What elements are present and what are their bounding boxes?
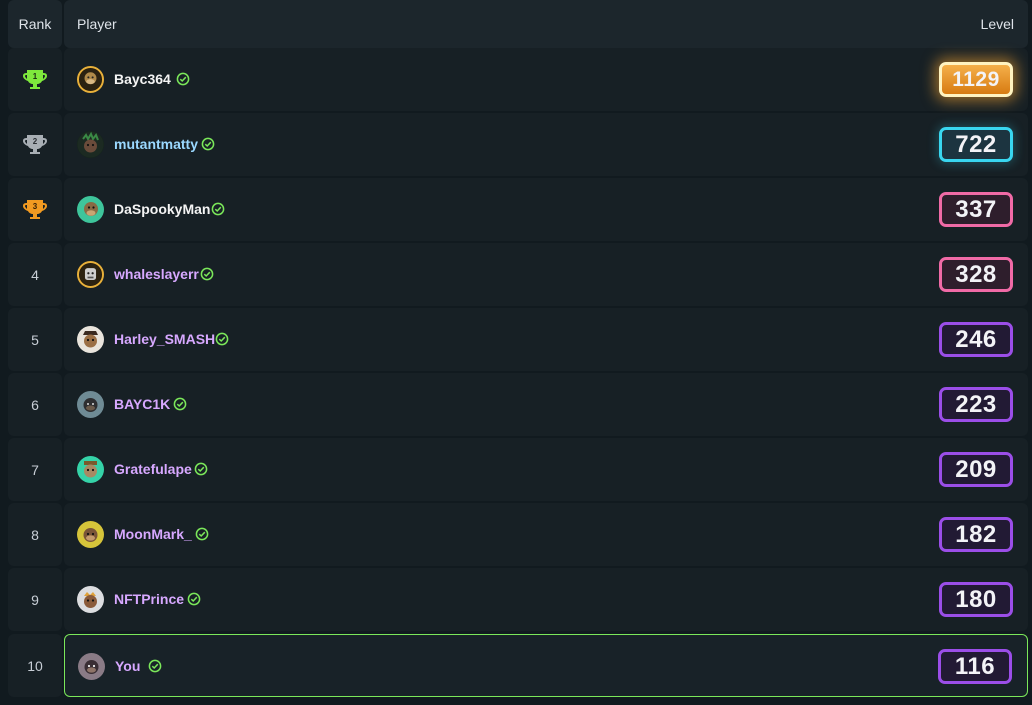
level-badge: 328 bbox=[939, 257, 1013, 292]
rank-cell: 8 bbox=[8, 503, 62, 566]
level-badge: 337 bbox=[939, 192, 1013, 227]
rank-number: 5 bbox=[31, 331, 39, 348]
rank-cell: 7 bbox=[8, 438, 62, 501]
ape-avatar bbox=[77, 196, 104, 223]
rank-cell: 2 bbox=[8, 113, 62, 176]
verified-icon bbox=[215, 332, 229, 346]
verified-icon bbox=[194, 462, 208, 476]
player-cell: Bayc364 1129 bbox=[64, 48, 1028, 111]
leaderboard-row[interactable]: 4 whaleslayerr 328 bbox=[0, 243, 1032, 306]
player-cell: Gratefulape 209 bbox=[64, 438, 1028, 501]
level-badge: 722 bbox=[939, 127, 1013, 162]
ape-avatar bbox=[77, 456, 104, 483]
player-name[interactable]: DaSpookyMan bbox=[114, 178, 210, 241]
ape-avatar bbox=[77, 261, 104, 288]
rank-cell: 10 bbox=[8, 634, 62, 697]
rank-cell: 6 bbox=[8, 373, 62, 436]
player-name[interactable]: BAYC1K bbox=[114, 373, 170, 436]
player-name[interactable]: whaleslayerr bbox=[114, 243, 199, 306]
rank-number: 10 bbox=[27, 657, 43, 674]
leaderboard: Rank Player Level 1 Bayc364 1129 2 mutan… bbox=[0, 0, 1032, 705]
player-name[interactable]: Harley_SMASH bbox=[114, 308, 215, 371]
rank-number: 6 bbox=[31, 396, 39, 413]
player-cell: mutantmatty 722 bbox=[64, 113, 1028, 176]
trophy-1-icon: 1 bbox=[23, 69, 47, 89]
level-badge: 182 bbox=[939, 517, 1013, 552]
player-cell: BAYC1K 223 bbox=[64, 373, 1028, 436]
player-name[interactable]: MoonMark_ bbox=[114, 503, 192, 566]
leaderboard-row[interactable]: 2 mutantmatty 722 bbox=[0, 113, 1032, 176]
rank-column-header: Rank bbox=[8, 0, 62, 48]
level-badge: 246 bbox=[939, 322, 1013, 357]
rank-number: 9 bbox=[31, 591, 39, 608]
player-name[interactable]: Gratefulape bbox=[114, 438, 192, 501]
leaderboard-row-you[interactable]: 10 You 116 bbox=[0, 634, 1032, 697]
ape-avatar bbox=[77, 521, 104, 548]
verified-icon bbox=[201, 137, 215, 151]
rank-number: 4 bbox=[31, 266, 39, 283]
player-cell: NFTPrince 180 bbox=[64, 568, 1028, 631]
player-cell: Harley_SMASH 246 bbox=[64, 308, 1028, 371]
player-cell: You 116 bbox=[64, 634, 1028, 697]
verified-icon bbox=[148, 659, 162, 673]
rank-cell: 5 bbox=[8, 308, 62, 371]
rank-cell: 4 bbox=[8, 243, 62, 306]
rank-cell: 3 bbox=[8, 178, 62, 241]
ape-avatar bbox=[78, 653, 105, 680]
ape-avatar bbox=[77, 326, 104, 353]
leaderboard-row[interactable]: 9 NFTPrince 180 bbox=[0, 568, 1032, 631]
verified-icon bbox=[187, 592, 201, 606]
player-header-label: Player bbox=[77, 16, 117, 32]
svg-text:2: 2 bbox=[33, 137, 38, 146]
player-cell: DaSpookyMan 337 bbox=[64, 178, 1028, 241]
player-cell: whaleslayerr 328 bbox=[64, 243, 1028, 306]
svg-text:3: 3 bbox=[33, 202, 38, 211]
rank-header-label: Rank bbox=[18, 16, 52, 32]
leaderboard-row[interactable]: 3 DaSpookyMan 337 bbox=[0, 178, 1032, 241]
rank-cell: 9 bbox=[8, 568, 62, 631]
leaderboard-row[interactable]: 1 Bayc364 1129 bbox=[0, 48, 1032, 111]
level-badge: 116 bbox=[938, 649, 1012, 684]
player-name[interactable]: You bbox=[115, 635, 140, 698]
leaderboard-row[interactable]: 7 Gratefulape 209 bbox=[0, 438, 1032, 501]
player-cell: MoonMark_ 182 bbox=[64, 503, 1028, 566]
leaderboard-row[interactable]: 5 Harley_SMASH 246 bbox=[0, 308, 1032, 371]
ape-avatar bbox=[77, 66, 104, 93]
level-badge: 223 bbox=[939, 387, 1013, 422]
verified-icon bbox=[176, 72, 190, 86]
level-badge: 180 bbox=[939, 582, 1013, 617]
ape-avatar bbox=[77, 586, 104, 613]
verified-icon bbox=[200, 267, 214, 281]
level-header-label: Level bbox=[980, 16, 1014, 32]
player-name[interactable]: Bayc364 bbox=[114, 48, 171, 111]
trophy-3-icon: 3 bbox=[23, 199, 47, 219]
rank-number: 8 bbox=[31, 526, 39, 543]
trophy-2-icon: 2 bbox=[23, 134, 47, 154]
rank-cell: 1 bbox=[8, 48, 62, 111]
player-name[interactable]: NFTPrince bbox=[114, 568, 184, 631]
level-badge: 1129 bbox=[939, 62, 1013, 97]
svg-text:1: 1 bbox=[33, 72, 38, 81]
verified-icon bbox=[173, 397, 187, 411]
player-name[interactable]: mutantmatty bbox=[114, 113, 198, 176]
ape-avatar bbox=[77, 391, 104, 418]
level-badge: 209 bbox=[939, 452, 1013, 487]
leaderboard-row[interactable]: 6 BAYC1K 223 bbox=[0, 373, 1032, 436]
verified-icon bbox=[211, 202, 225, 216]
verified-icon bbox=[195, 527, 209, 541]
mutant-ape-avatar bbox=[77, 131, 104, 158]
rank-number: 7 bbox=[31, 461, 39, 478]
leaderboard-row[interactable]: 8 MoonMark_ 182 bbox=[0, 503, 1032, 566]
player-level-header: Player Level bbox=[64, 0, 1028, 48]
